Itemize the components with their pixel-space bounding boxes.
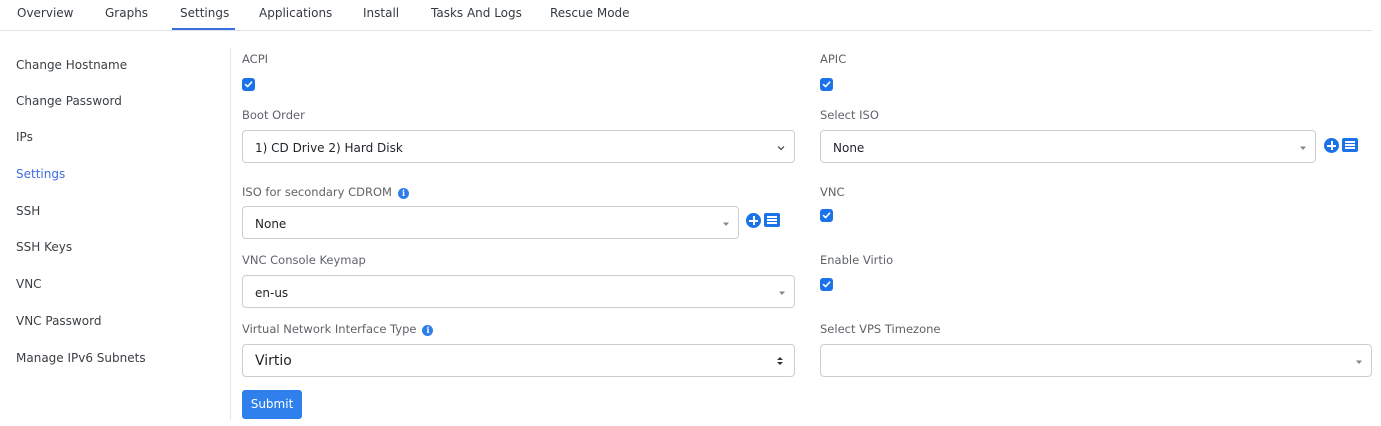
iso-list-icon[interactable] [1342,138,1358,152]
nic-type-label: Virtual Network Interface Type i [242,322,434,336]
select-iso-label: Select ISO [820,108,879,122]
tab-applications[interactable]: Applications [259,6,332,20]
apic-checkbox[interactable] [820,78,833,91]
vps-timezone-select[interactable] [820,344,1372,377]
vnc-keymap-select[interactable]: en-us [242,275,795,308]
top-tab-bar: Overview Graphs Settings Applications In… [0,0,1372,31]
tab-install[interactable]: Install [363,6,399,20]
caret-down-icon [779,291,785,295]
sidebar-item-change-hostname[interactable]: Change Hostname [16,58,127,72]
tab-settings[interactable]: Settings [180,6,229,20]
vnc-checkbox[interactable] [820,209,833,222]
boot-order-value: 1) CD Drive 2) Hard Disk [255,141,403,155]
enable-virtio-checkbox[interactable] [820,278,833,291]
submit-button[interactable]: Submit [242,390,302,419]
caret-down-icon [723,222,729,226]
secondary-iso-label-text: ISO for secondary CDROM [242,185,392,199]
secondary-iso-value: None [255,217,287,231]
sidebar-item-ssh[interactable]: SSH [16,204,40,218]
check-icon [822,212,831,219]
check-icon [822,281,831,288]
select-iso-value: None [833,141,865,155]
acpi-checkbox[interactable] [242,78,255,91]
nic-type-value: Virtio [255,353,292,369]
secondary-iso-list-icon[interactable] [764,213,780,227]
vnc-keymap-value: en-us [255,286,289,300]
sidebar-item-ssh-keys[interactable]: SSH Keys [16,240,72,254]
secondary-iso-select[interactable]: None [242,206,739,239]
boot-order-label: Boot Order [242,108,305,122]
tab-rescue-mode[interactable]: Rescue Mode [550,6,630,20]
enable-virtio-label: Enable Virtio [820,253,894,267]
acpi-label: ACPI [242,52,269,66]
caret-down-icon [1356,360,1362,364]
sidebar-item-change-password[interactable]: Change Password [16,94,122,108]
info-icon[interactable]: i [422,325,434,336]
sidebar-item-manage-ipv6-subnets[interactable]: Manage IPv6 Subnets [16,351,146,365]
sort-icon [777,357,783,365]
sidebar-divider [230,48,231,420]
sidebar-item-ips[interactable]: IPs [16,130,33,144]
vps-timezone-label: Select VPS Timezone [820,322,941,336]
tab-graphs[interactable]: Graphs [105,6,148,20]
add-iso-plus-icon[interactable] [1324,138,1339,153]
nic-type-select[interactable]: Virtio [242,344,795,377]
add-secondary-iso-plus-icon[interactable] [746,213,761,228]
secondary-iso-label: ISO for secondary CDROM i [242,185,409,199]
sidebar-item-settings[interactable]: Settings [16,167,65,181]
sidebar-item-vnc-password[interactable]: VNC Password [16,314,101,328]
boot-order-select[interactable]: 1) CD Drive 2) Hard Disk [242,130,795,163]
active-tab-indicator [172,28,235,30]
tab-overview[interactable]: Overview [17,6,74,20]
apic-label: APIC [820,52,847,66]
nic-type-label-text: Virtual Network Interface Type [242,322,417,336]
tab-tasks-and-logs[interactable]: Tasks And Logs [431,6,522,20]
vnc-keymap-label: VNC Console Keymap [242,253,366,267]
caret-down-icon [1300,146,1306,150]
sidebar-item-vnc[interactable]: VNC [16,277,42,291]
select-iso-select[interactable]: None [820,130,1316,163]
info-icon[interactable]: i [397,188,409,199]
check-icon [244,81,253,88]
vnc-label: VNC [820,185,845,199]
chevron-down-icon [777,146,785,151]
check-icon [822,81,831,88]
